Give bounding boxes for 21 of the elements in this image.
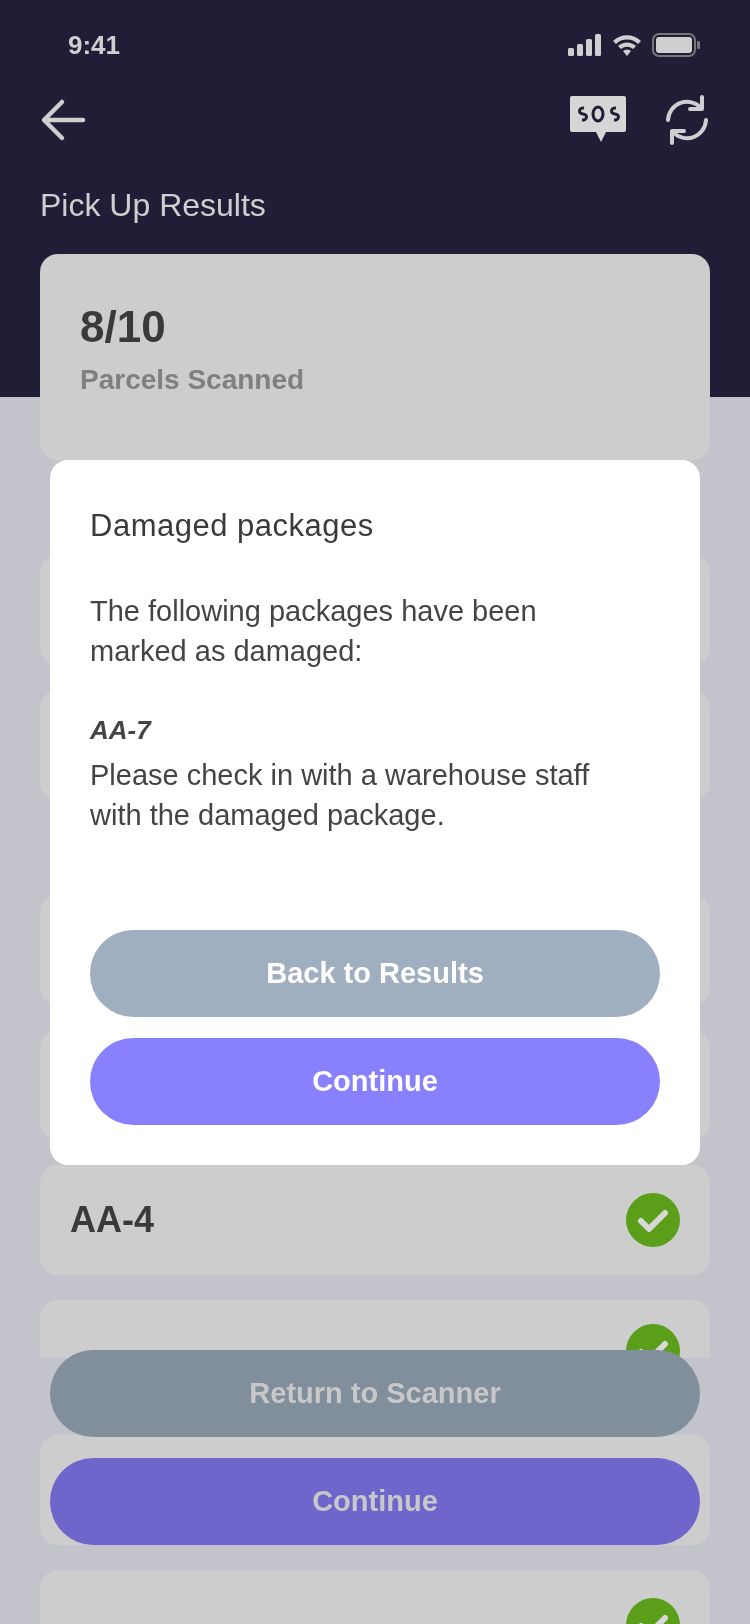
scanned-count: 8/10 bbox=[80, 302, 167, 352]
page-title: Pick Up Results bbox=[39, 186, 267, 225]
damaged-package-id: AA-7 bbox=[90, 714, 153, 746]
return-button[interactable]: Return to Scanner bbox=[50, 1350, 700, 1437]
dialog-message: The following packages have been marked as damaged: bbox=[90, 594, 538, 669]
dialog-note: Please check in with a warehouse staff with the damaged package. bbox=[90, 758, 590, 833]
continue-button[interactable]: Continue bbox=[50, 1458, 700, 1545]
continue-button[interactable]: Continue bbox=[90, 1038, 660, 1125]
check-icon bbox=[626, 1193, 680, 1247]
wifi-icon bbox=[612, 34, 642, 56]
status-time: 9:41 bbox=[68, 29, 121, 61]
back-button[interactable]: Back to Results bbox=[90, 930, 660, 1017]
battery-icon bbox=[652, 33, 700, 57]
scanned-label: Parcels Scanned bbox=[80, 364, 306, 396]
back-arrow-icon[interactable] bbox=[40, 97, 86, 143]
dialog-title: Damaged packages bbox=[90, 508, 375, 543]
sos-icon[interactable] bbox=[570, 96, 626, 144]
parcel-row[interactable]: AA-4 bbox=[40, 1165, 710, 1275]
signal-icon bbox=[568, 34, 602, 56]
parcel-id: AA-4 bbox=[70, 1199, 154, 1241]
refresh-icon[interactable] bbox=[664, 95, 710, 145]
